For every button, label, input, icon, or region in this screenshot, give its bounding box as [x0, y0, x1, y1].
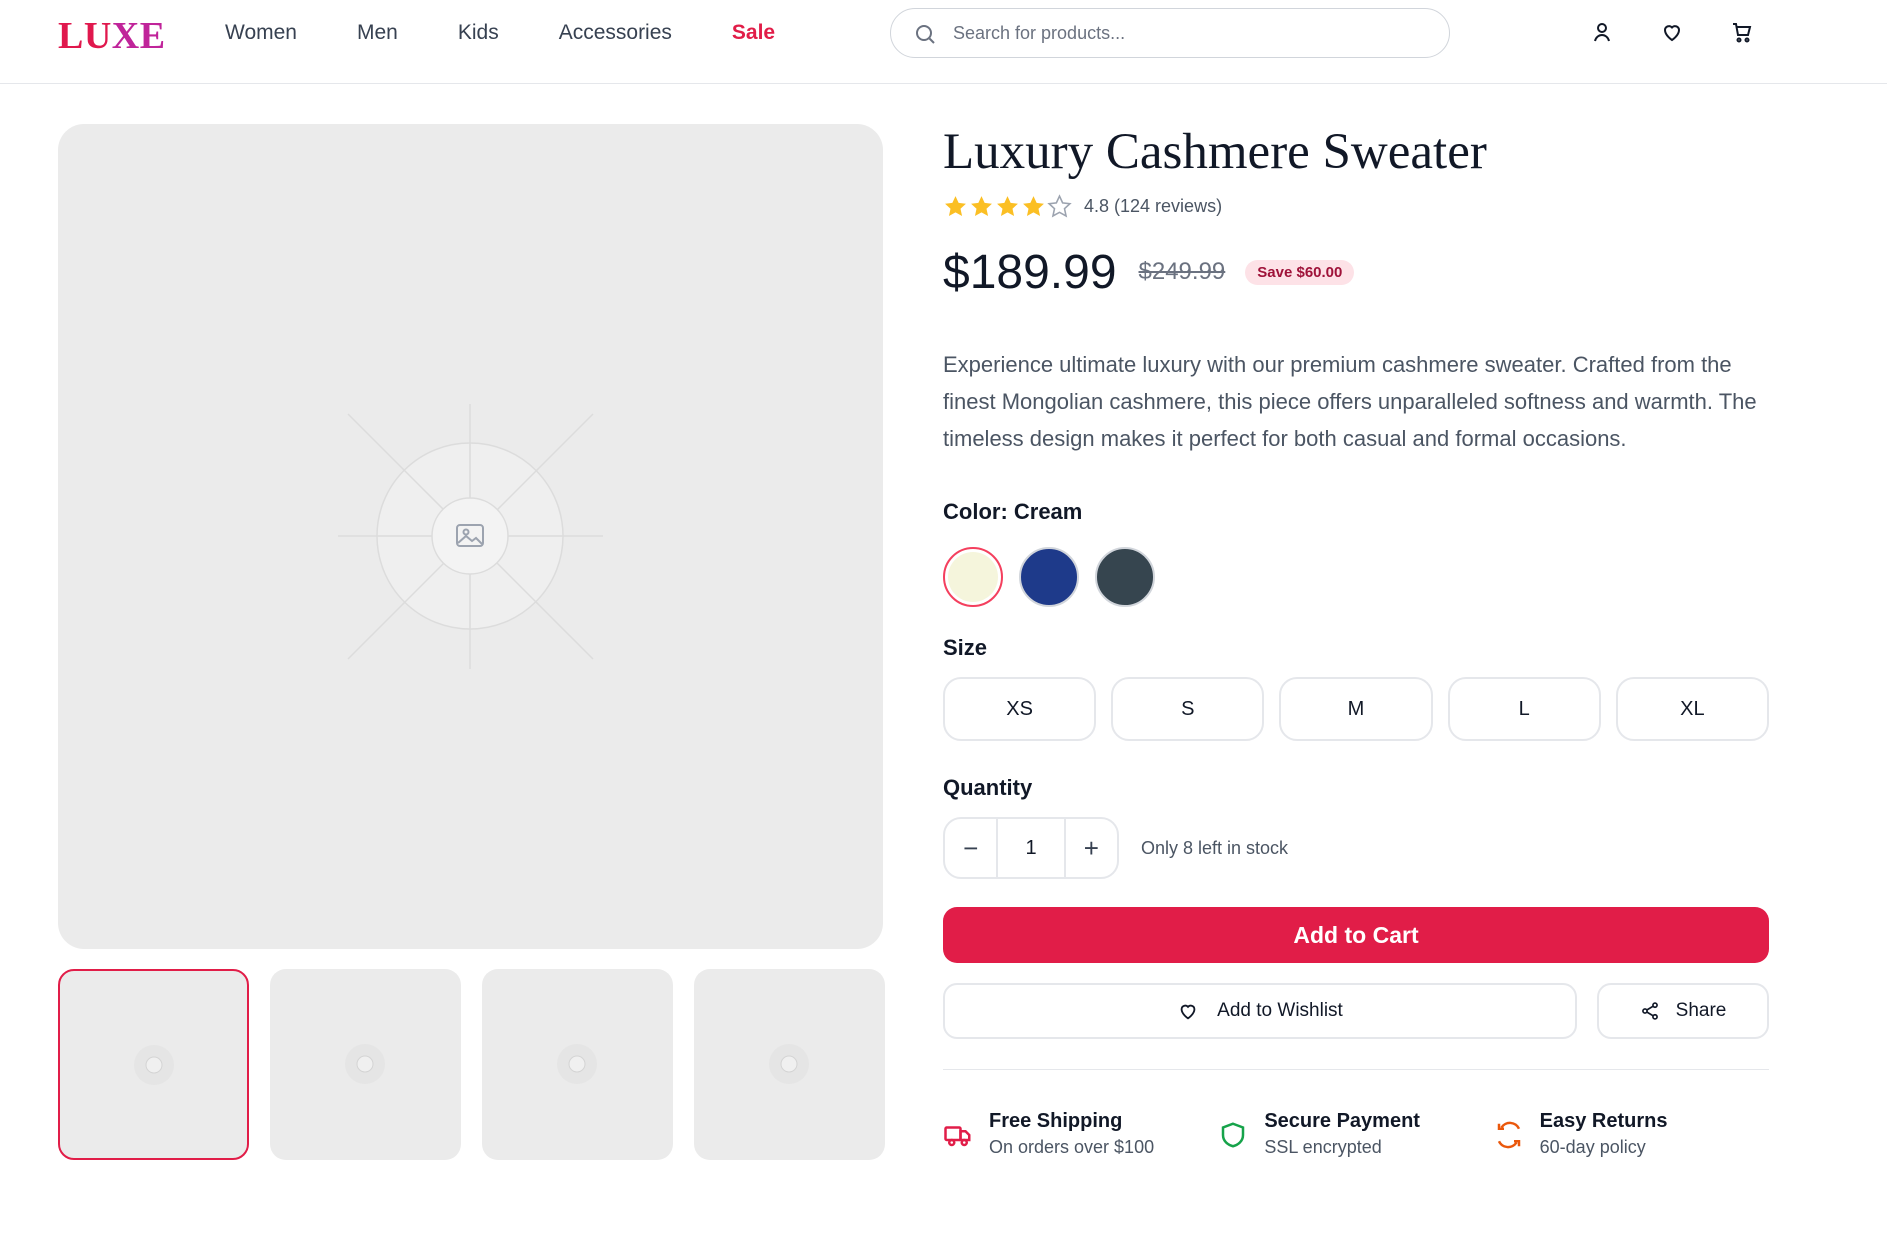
- star-filled-icon: [1023, 195, 1044, 216]
- size-xs[interactable]: XS: [943, 677, 1097, 741]
- size-s[interactable]: S: [1111, 677, 1265, 741]
- image-placeholder-icon: [338, 404, 603, 669]
- thumbnail-2[interactable]: [270, 969, 461, 1160]
- save-badge: Save $60.00: [1245, 259, 1355, 285]
- size-l[interactable]: L: [1447, 677, 1601, 741]
- thumbnail-3[interactable]: [482, 969, 673, 1160]
- logo[interactable]: LUXE: [58, 14, 166, 58]
- feature-shipping: Free Shipping On orders over $100: [943, 1110, 1218, 1158]
- feature-subtitle: 60-day policy: [1539, 1137, 1646, 1157]
- quantity-value[interactable]: 1: [996, 819, 1066, 877]
- heart-icon: [1180, 1004, 1196, 1020]
- star-filled-icon: [971, 195, 992, 216]
- share-icon: [1641, 1002, 1658, 1020]
- size-options: XS S M L XL: [943, 677, 1770, 741]
- search-icon: [913, 22, 937, 46]
- truck-icon: [944, 1126, 971, 1147]
- feature-subtitle: On orders over $100: [989, 1137, 1155, 1157]
- quantity-label: Quantity: [943, 775, 1033, 800]
- feature-subtitle: SSL encrypted: [1264, 1137, 1382, 1157]
- image-placeholder-icon: [557, 1044, 597, 1084]
- search-input[interactable]: [953, 22, 1413, 44]
- feature-title: Easy Returns: [1539, 1110, 1668, 1132]
- rating-text[interactable]: 4.8 (124 reviews): [1084, 196, 1222, 217]
- decrement-button[interactable]: −: [945, 819, 996, 877]
- shield-icon: [1222, 1122, 1245, 1148]
- price-row: $189.99 $249.99 Save $60.00: [943, 242, 1769, 302]
- increment-button[interactable]: +: [1066, 819, 1117, 877]
- thumbnail-list: [58, 969, 885, 1160]
- product-title: Luxury Cashmere Sweater: [943, 124, 1487, 180]
- product-main-image[interactable]: [58, 124, 883, 949]
- nav-men[interactable]: Men: [357, 21, 398, 45]
- add-to-cart-button[interactable]: Add to Cart: [943, 907, 1769, 963]
- quantity-row: − 1 + Only 8 left in stock: [943, 817, 1769, 879]
- size-label: Size: [943, 635, 988, 660]
- stock-text: Only 8 left in stock: [1141, 837, 1289, 858]
- secondary-actions: Add to Wishlist Share: [943, 983, 1769, 1039]
- product-info: Luxury Cashmere Sweater 4.8 (124 reviews…: [943, 120, 1770, 1158]
- nav-kids[interactable]: Kids: [458, 21, 499, 45]
- nav-accessories[interactable]: Accessories: [559, 21, 672, 45]
- image-placeholder-icon: [134, 1045, 174, 1085]
- thumbnail-4[interactable]: [694, 969, 885, 1160]
- product-description: Experience ultimate luxury with our prem…: [943, 352, 1757, 451]
- feature-returns: Easy Returns 60-day policy: [1494, 1110, 1769, 1158]
- add-to-wishlist-button[interactable]: Add to Wishlist: [943, 983, 1577, 1039]
- feature-payment: Secure Payment SSL encrypted: [1218, 1110, 1493, 1158]
- thumbnail-1[interactable]: [58, 969, 249, 1160]
- feature-list: Free Shipping On orders over $100 Secure…: [943, 1110, 1769, 1158]
- star-rating: [943, 193, 1072, 219]
- site-header: LUXE Women Men Kids Accessories Sale: [0, 0, 1887, 84]
- nav-women[interactable]: Women: [225, 21, 297, 45]
- share-button[interactable]: Share: [1597, 983, 1769, 1039]
- header-icons: [1590, 20, 1754, 44]
- swatch-cream[interactable]: [943, 547, 1003, 607]
- original-price: $249.99: [1138, 258, 1226, 285]
- size-xl[interactable]: XL: [1615, 677, 1770, 741]
- share-label: Share: [1675, 1000, 1727, 1021]
- user-icon[interactable]: [1590, 20, 1614, 44]
- current-price: $189.99: [943, 245, 1117, 299]
- color-swatches: [943, 547, 1769, 607]
- divider: [943, 1069, 1769, 1070]
- star-empty-icon: [1047, 193, 1072, 217]
- quantity-stepper: − 1 +: [943, 817, 1119, 879]
- star-filled-icon: [997, 195, 1018, 216]
- search-bar: [890, 8, 1450, 58]
- image-placeholder-icon: [769, 1044, 809, 1084]
- rating: 4.8 (124 reviews): [943, 192, 1769, 220]
- color-label: Color: Cream: [943, 499, 1083, 524]
- feature-title: Secure Payment: [1264, 1110, 1420, 1132]
- star-filled-icon: [945, 195, 966, 216]
- image-placeholder-icon: [345, 1044, 385, 1084]
- main-nav: Women Men Kids Accessories Sale: [225, 0, 775, 66]
- heart-icon[interactable]: [1660, 20, 1684, 44]
- size-m[interactable]: M: [1279, 677, 1433, 741]
- feature-title: Free Shipping: [989, 1110, 1123, 1132]
- nav-sale[interactable]: Sale: [732, 21, 775, 45]
- swatch-navy[interactable]: [1019, 547, 1079, 607]
- refresh-icon: [1497, 1121, 1520, 1149]
- cart-icon[interactable]: [1730, 20, 1754, 44]
- swatch-charcoal[interactable]: [1095, 547, 1155, 607]
- wishlist-label: Add to Wishlist: [1217, 1000, 1343, 1021]
